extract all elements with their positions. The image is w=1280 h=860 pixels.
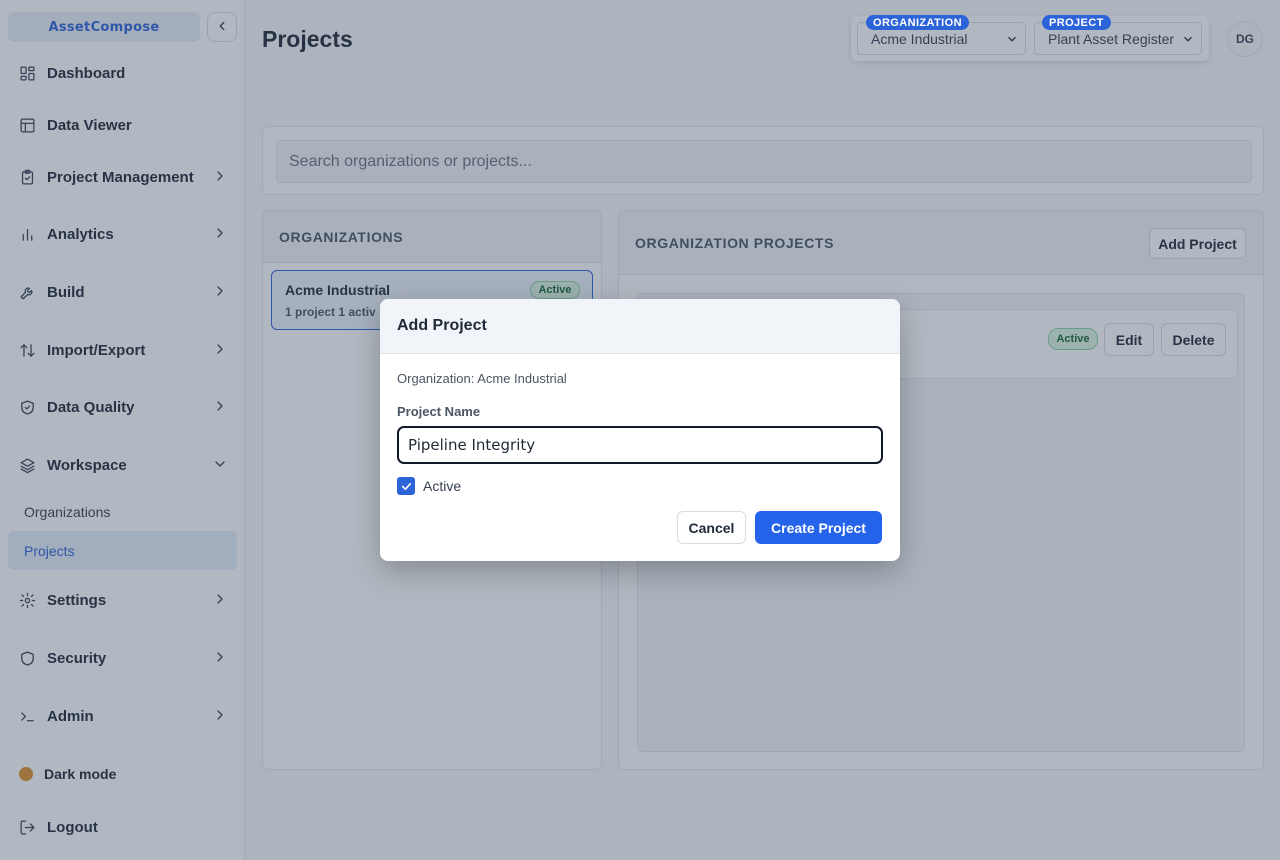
cancel-button[interactable]: Cancel: [677, 511, 746, 544]
project-name-label: Project Name: [397, 404, 481, 419]
organization-select-label: ORGANIZATION: [866, 15, 969, 30]
active-checkbox[interactable]: [397, 477, 415, 495]
dialog-organization-text: Organization: Acme Industrial: [397, 371, 567, 386]
checkmark-icon: [401, 482, 411, 490]
active-checkbox-row[interactable]: Active: [397, 477, 461, 495]
project-name-input[interactable]: [397, 426, 883, 464]
project-select-label: PROJECT: [1042, 15, 1111, 30]
add-project-dialog: Add Project Organization: Acme Industria…: [380, 299, 900, 561]
create-project-button[interactable]: Create Project: [755, 511, 882, 544]
active-checkbox-label: Active: [423, 478, 462, 494]
dialog-title: Add Project: [380, 299, 900, 354]
